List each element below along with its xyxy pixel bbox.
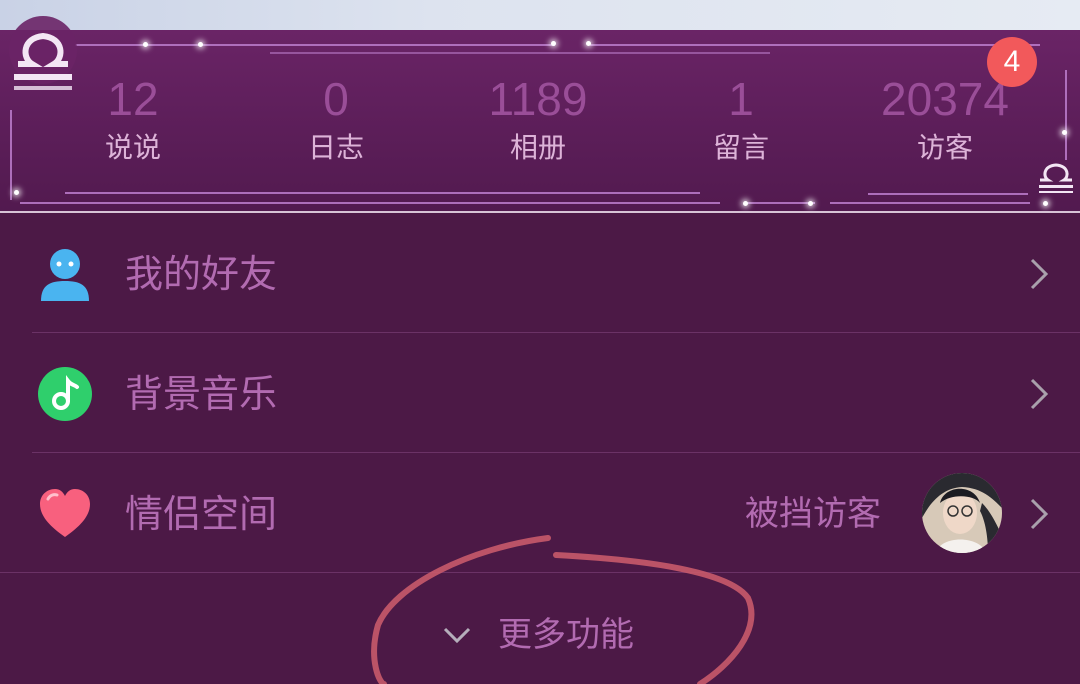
decor-line [20, 202, 720, 204]
stat-value: 0 [323, 73, 349, 125]
heart-icon [38, 487, 92, 541]
blocked-visitors-label: 被挡访客 [745, 494, 881, 534]
libra-icon [1036, 156, 1076, 199]
menu-item-background-music[interactable]: 背景音乐 [0, 334, 1080, 453]
menu-item-friends[interactable]: 我的好友 [0, 214, 1080, 333]
menu-item-label: 背景音乐 [125, 372, 278, 416]
decor-line [830, 202, 1030, 204]
decor-line [590, 44, 1040, 46]
music-note-icon [38, 367, 92, 421]
sparkle-icon [14, 190, 19, 195]
sparkle-icon [808, 201, 813, 206]
sparkle-icon [743, 201, 748, 206]
stat-liuyan[interactable]: 1 留言 [641, 70, 841, 168]
menu-item-couple-space[interactable]: 情侣空间 被挡访客 [0, 454, 1080, 573]
stat-value: 1189 [488, 73, 588, 125]
libra-icon [6, 12, 80, 97]
sparkle-icon [1043, 201, 1048, 206]
stats-row: 12 说说 0 日志 1189 相册 1 留言 20374 访客 [0, 70, 1080, 180]
chevron-right-icon [1024, 494, 1054, 534]
profile-stats-banner: 12 说说 0 日志 1189 相册 1 留言 20374 访客 [0, 30, 1080, 212]
stat-label: 说说 [104, 131, 161, 164]
menu-divider [32, 332, 1080, 333]
stat-value: 1 [728, 73, 754, 125]
menu-item-label: 情侣空间 [125, 492, 278, 536]
chevron-down-icon [443, 627, 471, 644]
chevron-right-icon [1024, 374, 1054, 414]
decor-line [868, 193, 1028, 195]
stat-label: 访客 [916, 131, 973, 164]
banner-divider [0, 211, 1080, 213]
decor-line [270, 52, 770, 54]
sparkle-icon [586, 41, 591, 46]
sparkle-icon [143, 42, 148, 47]
decor-line [745, 202, 815, 204]
sparkle-icon [198, 42, 203, 47]
stat-label: 日志 [307, 131, 364, 164]
top-sky-strip [0, 0, 1080, 30]
notification-badge[interactable]: 4 [987, 37, 1037, 87]
chevron-right-icon [1024, 254, 1054, 294]
more-functions-label: 更多功能 [498, 615, 634, 655]
stat-label: 相册 [509, 131, 566, 164]
stat-xiangce[interactable]: 1189 相册 [438, 70, 638, 168]
menu-item-label: 我的好友 [125, 252, 278, 296]
menu-divider [32, 452, 1080, 453]
stat-label: 留言 [712, 131, 769, 164]
avatar[interactable] [922, 473, 1002, 553]
stat-rizhi[interactable]: 0 日志 [236, 70, 436, 168]
menu-divider [0, 572, 1080, 573]
sparkle-icon [551, 41, 556, 46]
decor-line [65, 192, 700, 194]
person-icon [38, 247, 92, 301]
